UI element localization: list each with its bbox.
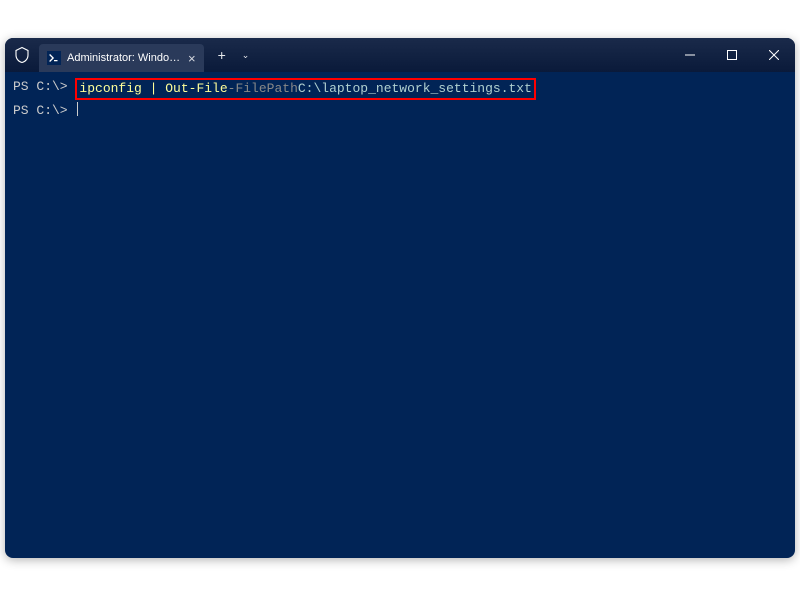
- command-param: -FilePath: [228, 80, 298, 98]
- new-tab-button[interactable]: +: [212, 45, 232, 65]
- window-controls: [669, 38, 795, 72]
- powershell-icon: [47, 51, 61, 65]
- cursor: [77, 102, 78, 116]
- maximize-button[interactable]: [711, 38, 753, 72]
- tab-actions: + ⌄: [212, 45, 254, 65]
- shield-icon: [13, 46, 31, 64]
- terminal-tab[interactable]: Administrator: Windows Powe ×: [39, 44, 204, 72]
- minimize-button[interactable]: [669, 38, 711, 72]
- terminal-window: Administrator: Windows Powe × + ⌄ PS C:\…: [5, 38, 795, 558]
- command-text: ipconfig | Out-File: [79, 80, 227, 98]
- tab-title: Administrator: Windows Powe: [67, 52, 182, 64]
- tab-dropdown-button[interactable]: ⌄: [238, 48, 254, 63]
- terminal-line-1: PS C:\> ipconfig | Out-File -FilePath C:…: [13, 78, 787, 100]
- command-path: C:\laptop_network_settings.txt: [298, 80, 532, 98]
- prompt: PS C:\>: [13, 78, 75, 96]
- terminal-line-2: PS C:\>: [13, 102, 787, 120]
- prompt: PS C:\>: [13, 102, 75, 120]
- highlighted-command: ipconfig | Out-File -FilePath C:\laptop_…: [75, 78, 536, 100]
- tab-close-button[interactable]: ×: [188, 51, 196, 66]
- window-close-button[interactable]: [753, 38, 795, 72]
- title-bar: Administrator: Windows Powe × + ⌄: [5, 38, 795, 72]
- terminal-content[interactable]: PS C:\> ipconfig | Out-File -FilePath C:…: [5, 72, 795, 128]
